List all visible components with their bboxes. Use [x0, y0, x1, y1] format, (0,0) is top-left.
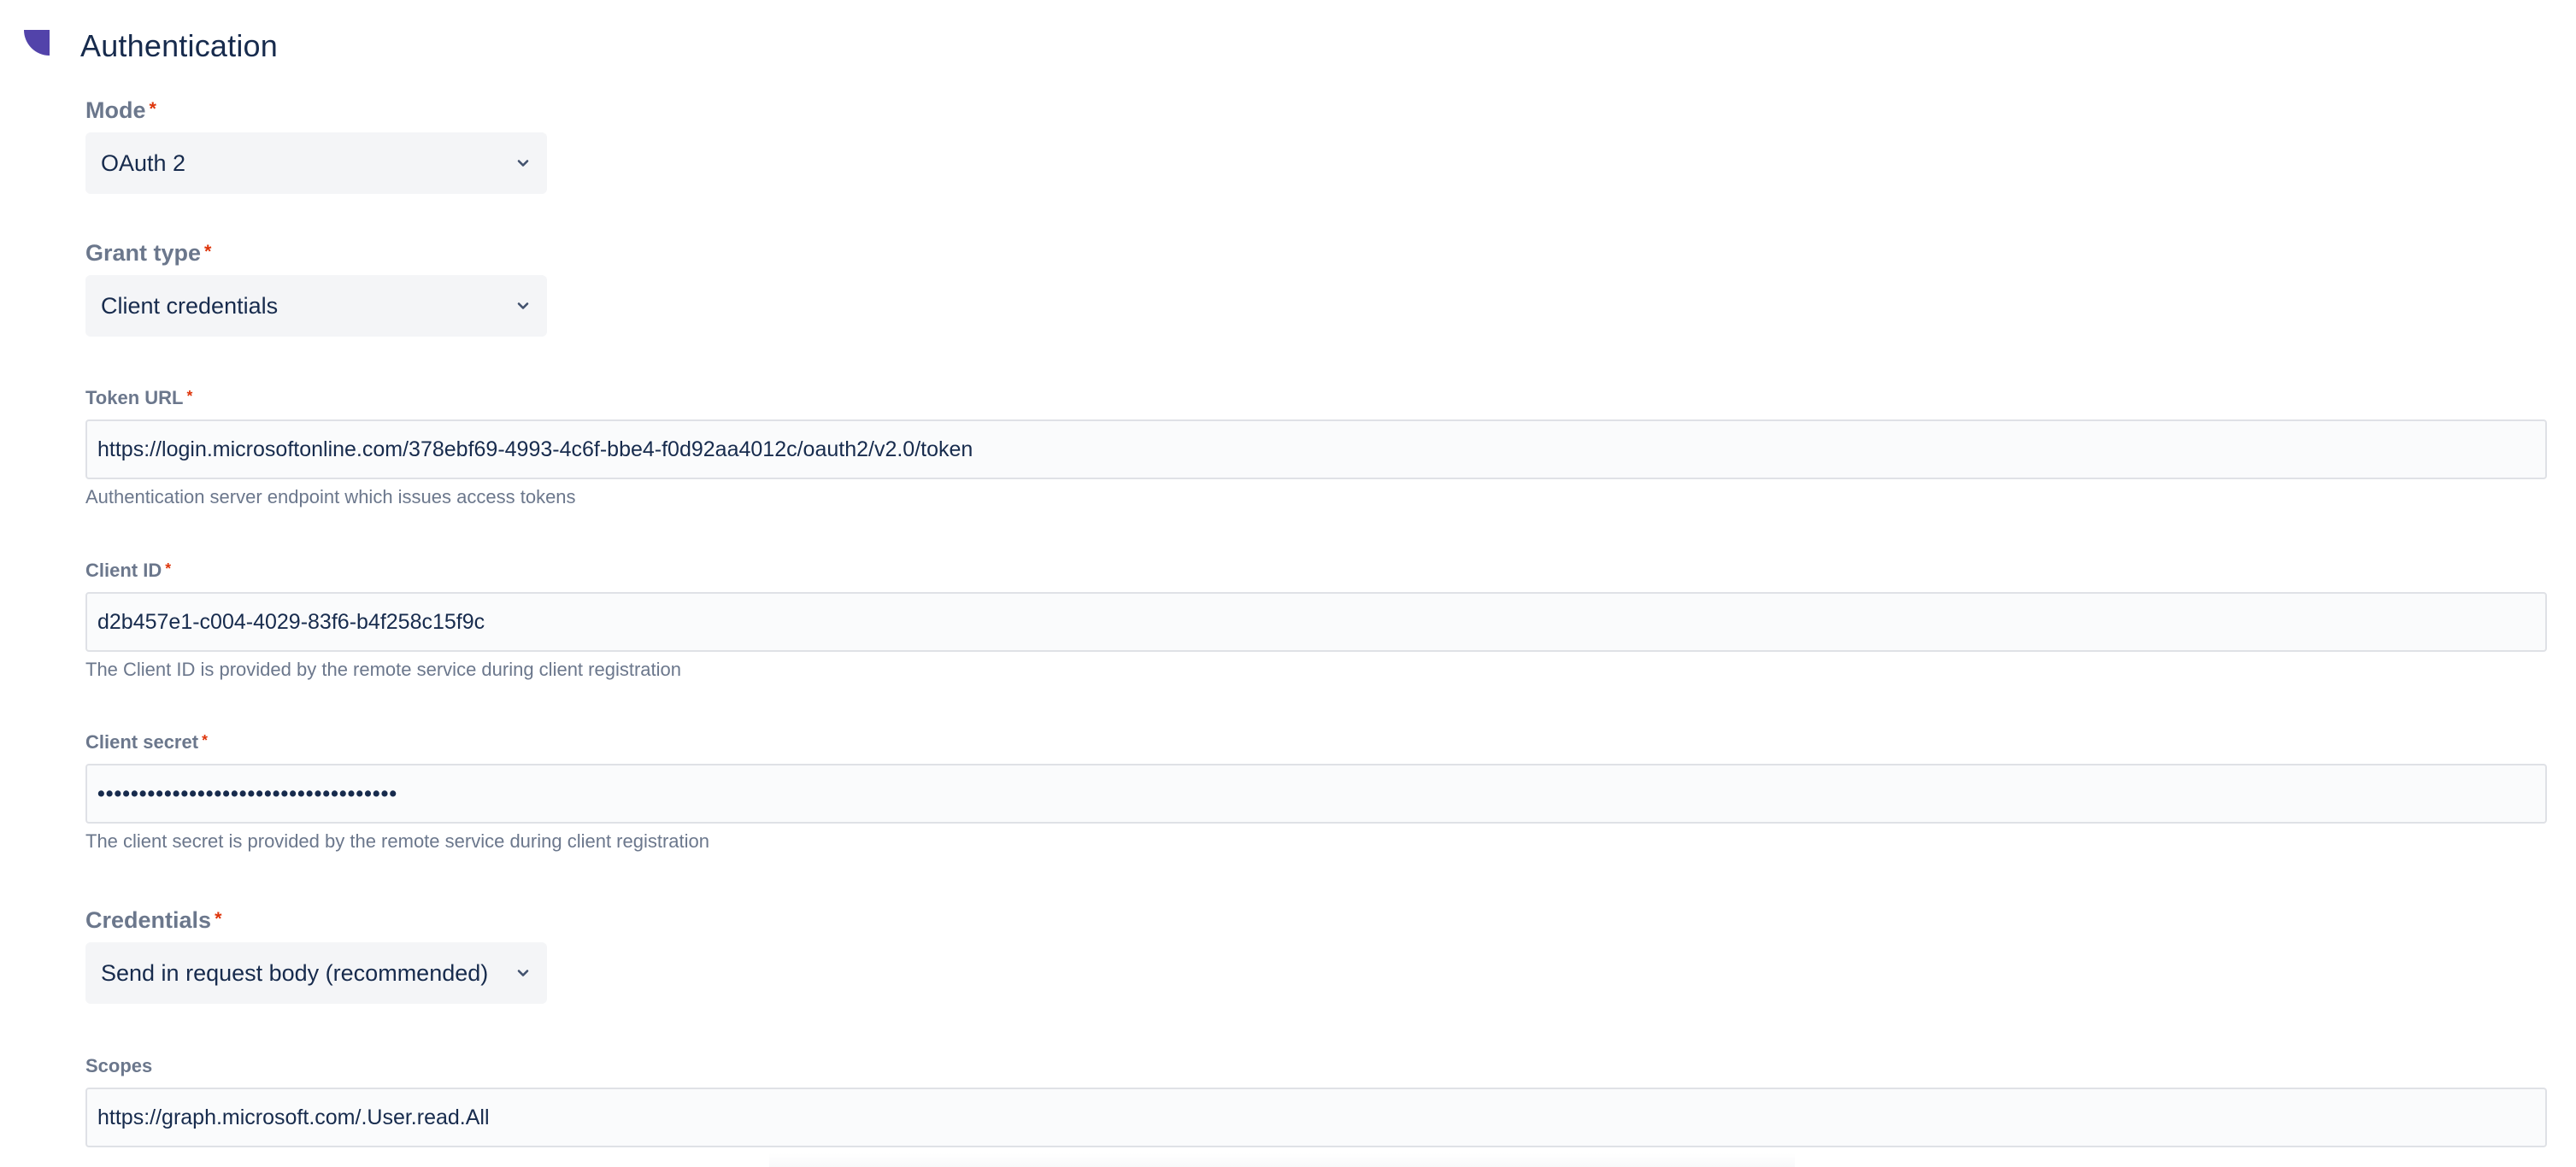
- mode-select-value: OAuth 2: [101, 150, 186, 176]
- mode-field: Mode * OAuth 2: [85, 97, 547, 194]
- scopes-input[interactable]: [85, 1088, 2547, 1147]
- grant-type-select[interactable]: Client credentials: [85, 275, 547, 337]
- section-bookmark-icon: [24, 30, 50, 56]
- scopes-label: Scopes: [85, 1055, 153, 1076]
- scopes-input-field[interactable]: [97, 1105, 2535, 1130]
- token-url-label: Token URL *: [85, 387, 193, 408]
- token-url-field: Token URL * Authentication server endpoi…: [85, 387, 2547, 508]
- client-id-field: Client ID * The Client ID is provided by…: [85, 560, 2547, 681]
- chevron-down-icon: [515, 965, 532, 982]
- required-marker: *: [204, 240, 212, 261]
- section-title: Authentication: [80, 28, 278, 63]
- client-id-input[interactable]: [85, 592, 2547, 652]
- grant-type-select-value: Client credentials: [101, 292, 279, 319]
- required-marker: *: [215, 907, 222, 929]
- chevron-down-icon: [515, 297, 532, 314]
- client-id-helper: The Client ID is provided by the remote …: [85, 659, 681, 680]
- token-url-helper: Authentication server endpoint which iss…: [85, 486, 576, 507]
- credentials-field: Credentials * Send in request body (reco…: [85, 907, 547, 1004]
- section-header: Authentication: [24, 22, 278, 70]
- client-id-label: Client ID *: [85, 560, 172, 581]
- client-id-input-field[interactable]: [97, 609, 2535, 635]
- client-secret-helper: The client secret is provided by the rem…: [85, 830, 710, 852]
- scopes-field: Scopes: [85, 1055, 2547, 1147]
- required-marker: *: [165, 560, 172, 577]
- mode-select[interactable]: OAuth 2: [85, 132, 547, 194]
- required-marker: *: [186, 387, 193, 404]
- required-marker: *: [202, 731, 208, 748]
- client-secret-label: Client secret *: [85, 731, 208, 753]
- chevron-down-icon: [515, 155, 532, 172]
- token-url-input[interactable]: [85, 419, 2547, 479]
- grant-type-field: Grant type * Client credentials: [85, 240, 547, 337]
- client-secret-masked-value: ••••••••••••••••••••••••••••••••••••: [97, 781, 398, 806]
- client-secret-input[interactable]: ••••••••••••••••••••••••••••••••••••: [85, 764, 2547, 824]
- grant-type-label: Grant type *: [85, 240, 212, 266]
- bottom-fade: [769, 1153, 1795, 1167]
- credentials-select-value: Send in request body (recommended): [101, 959, 489, 986]
- token-url-input-field[interactable]: [97, 437, 2535, 462]
- credentials-label: Credentials *: [85, 907, 222, 933]
- required-marker: *: [149, 97, 156, 119]
- mode-label: Mode *: [85, 97, 156, 123]
- client-secret-field: Client secret * ••••••••••••••••••••••••…: [85, 731, 2547, 853]
- credentials-select[interactable]: Send in request body (recommended): [85, 942, 547, 1004]
